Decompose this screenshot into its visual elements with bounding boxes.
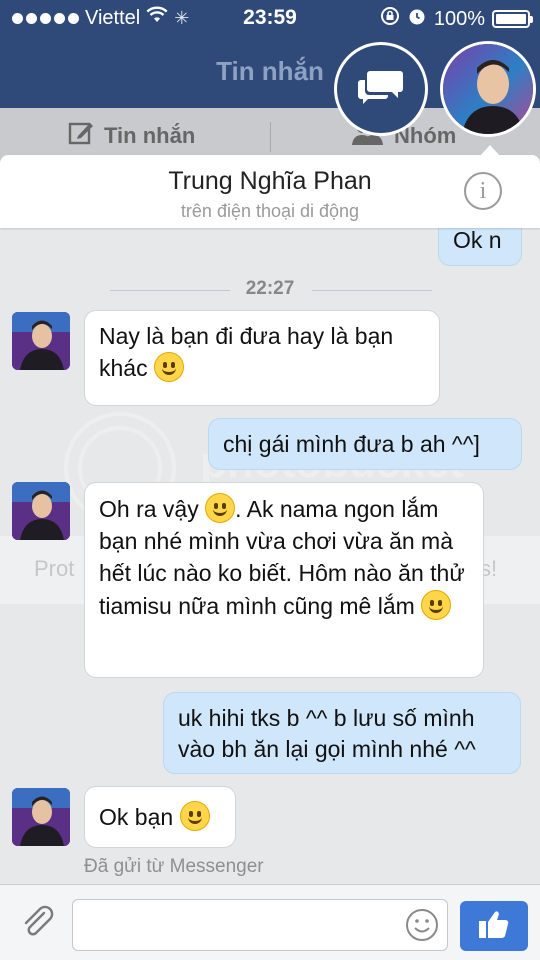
avatar[interactable] <box>12 788 70 846</box>
contact-chat-head-avatar[interactable] <box>440 41 536 137</box>
divider-line-right <box>312 290 432 291</box>
rotation-lock-icon <box>380 6 400 32</box>
avatar[interactable] <box>12 312 70 370</box>
status-bar: Viettel ✳ 23:59 100% <box>0 0 540 34</box>
sticker-smiley-icon[interactable] <box>405 908 439 947</box>
thumbs-up-icon <box>478 909 510 944</box>
message-text: uk hihi tks b ^^ b lưu số mình vào bh ăn… <box>178 705 476 763</box>
message-text: Oh ra vậy <box>99 496 199 522</box>
chat-bubbles-icon <box>358 67 404 112</box>
status-right: 100% <box>380 6 533 32</box>
card-pointer <box>480 145 500 156</box>
attachment-icon[interactable] <box>20 905 56 946</box>
message-text: Ok bạn <box>99 804 174 830</box>
like-button[interactable] <box>460 901 528 951</box>
message-outgoing[interactable]: chị gái mình đưa b ah ^^] <box>208 418 522 470</box>
battery-icon <box>492 10 533 28</box>
smile-emoji-icon <box>153 352 184 383</box>
message-input[interactable] <box>72 899 448 951</box>
watermark-band-left: Prot <box>34 556 75 581</box>
chat-heads-button[interactable] <box>334 42 428 136</box>
timestamp-divider: 22:27 <box>0 278 540 302</box>
avatar[interactable] <box>12 482 70 540</box>
message-text: chị gái mình đưa b ah ^^] <box>223 431 480 457</box>
message-text: Nay là bạn đi đưa hay là bạn khác <box>99 323 394 382</box>
timestamp-label: 22:27 <box>245 278 295 299</box>
alarm-icon <box>407 6 427 32</box>
battery-percent: 100% <box>433 7 485 30</box>
conversation-header: Trung Nghĩa Phan trên điện thoại di động <box>0 155 540 228</box>
contact-name[interactable]: Trung Nghĩa Phan <box>0 167 540 196</box>
message-outgoing[interactable]: uk hihi tks b ^^ b lưu số mình vào bh ăn… <box>163 692 521 774</box>
tab-divider <box>270 122 271 152</box>
tab-messages-label: Tin nhắn <box>104 123 196 148</box>
message-incoming[interactable]: Ok bạn <box>84 786 236 848</box>
message-incoming[interactable]: Oh ra vậy . Ak nama ngon lắm bạn nhé mìn… <box>84 482 484 678</box>
tab-messages[interactable]: Tin nhắn <box>68 120 195 152</box>
smile-emoji-icon <box>421 589 452 620</box>
grin-emoji-icon <box>179 801 210 831</box>
grin-emoji-icon <box>205 493 236 523</box>
compose-icon <box>68 120 94 152</box>
info-icon[interactable]: i <box>464 172 502 210</box>
message-composer <box>0 884 540 960</box>
message-text: Ok n <box>453 227 502 253</box>
contact-status: trên điện thoại di động <box>180 201 360 221</box>
sent-from-messenger-note: Đã gửi từ Messenger <box>84 856 264 877</box>
message-incoming[interactable]: Nay là bạn đi đưa hay là bạn khác <box>84 310 440 406</box>
